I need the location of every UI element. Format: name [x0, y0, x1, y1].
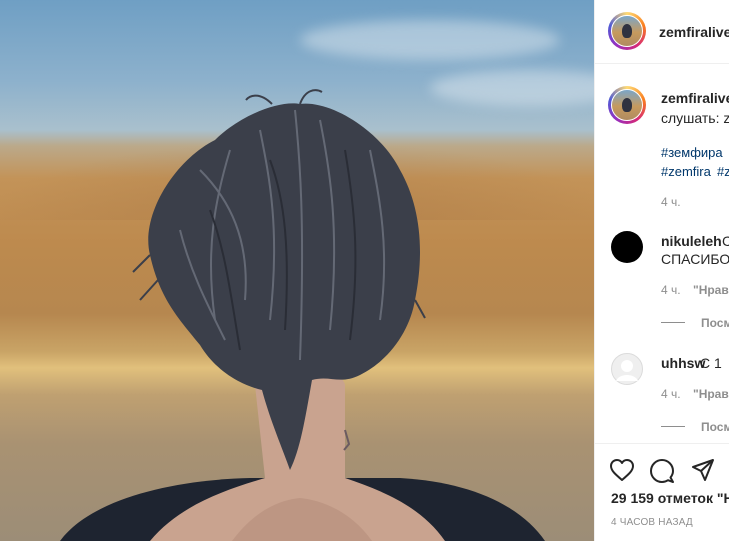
caption-username[interactable]: zemfiralive: [661, 90, 729, 106]
view-replies-button[interactable]: Посм: [701, 316, 729, 330]
comment-text: С: [722, 233, 729, 249]
person-back-of-head-illustration: [60, 89, 545, 541]
author-avatar[interactable]: [608, 12, 646, 50]
hashtag-link[interactable]: #z: [717, 164, 729, 179]
comment-text-line: СПАСИБО: [661, 251, 729, 267]
caption-time[interactable]: 4 ч.: [661, 195, 681, 209]
caption-text: слушать: ze: [661, 110, 729, 126]
replies-divider: [661, 322, 685, 323]
post-sidebar: zemfiralive zemfiralive слушать: ze #зем…: [594, 0, 729, 541]
comment-username[interactable]: nikuleleh: [661, 233, 722, 249]
commenter-avatar[interactable]: [611, 231, 643, 263]
comment-time[interactable]: 4 ч.: [661, 387, 681, 401]
share-icon[interactable]: [691, 458, 715, 487]
likes-count[interactable]: 29 159 отметок "Н: [611, 490, 729, 506]
view-replies-button[interactable]: Посм: [701, 420, 729, 434]
comment-likes-link[interactable]: "Нрави: [693, 283, 729, 297]
post-header: zemfiralive: [595, 0, 729, 64]
comment-username[interactable]: uhhsw: [661, 355, 705, 371]
post-date[interactable]: 4 ЧАСОВ НАЗАД: [611, 517, 693, 528]
avatar-image: [611, 15, 643, 47]
caption-author-avatar[interactable]: [608, 86, 646, 124]
commenter-avatar[interactable]: [611, 353, 643, 385]
hashtag-link[interactable]: #zemfira: [661, 164, 711, 179]
comment-likes-link[interactable]: "Нрави: [693, 387, 729, 401]
header-username[interactable]: zemfiralive: [659, 24, 729, 40]
post-photo[interactable]: [0, 0, 594, 541]
avatar-image: [611, 89, 643, 121]
heart-icon[interactable]: [609, 458, 635, 487]
hashtag-link[interactable]: #земфира: [661, 145, 723, 160]
comment-icon[interactable]: [649, 458, 675, 489]
default-avatar-icon: [616, 360, 638, 381]
post-actions: 29 159 отметок "Н 4 ЧАСОВ НАЗАД: [595, 443, 729, 541]
replies-divider: [661, 426, 685, 427]
comment-time[interactable]: 4 ч.: [661, 283, 681, 297]
comment-text: С 1: [700, 355, 722, 371]
